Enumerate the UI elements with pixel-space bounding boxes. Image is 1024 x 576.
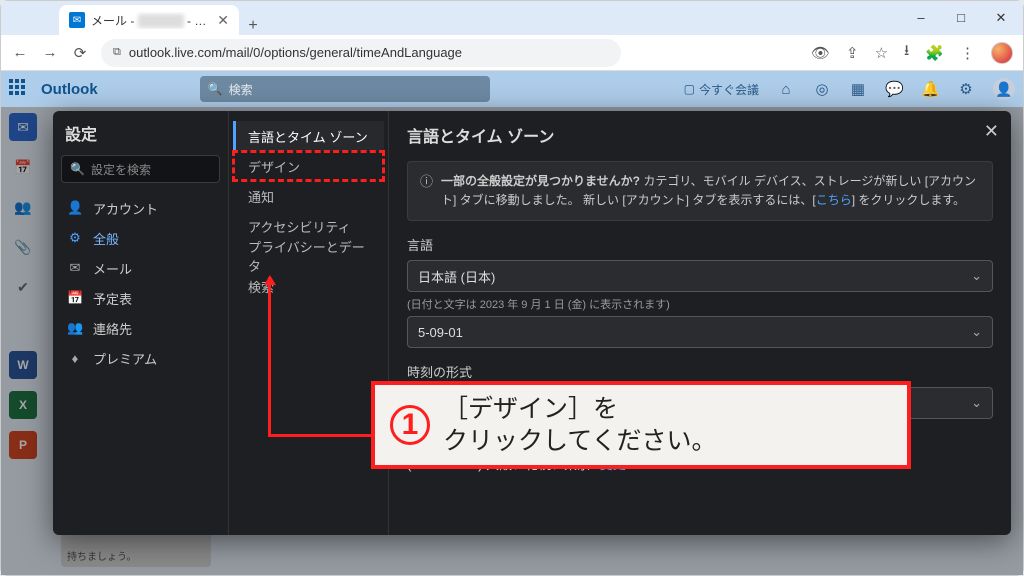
browser-window: ✉ メール - xxxxxxx - Outlook ✕ + – □ ✕ ← → … xyxy=(0,0,1024,576)
share-icon[interactable]: ⇪ xyxy=(846,44,859,62)
url-text: outlook.live.com/mail/0/options/general/… xyxy=(129,45,462,60)
chat-icon[interactable]: 💬 xyxy=(885,80,903,98)
outlook-header: Outlook 🔍 検索 ▢ 今すぐ会議 ⌂ ◎ ▦ 💬 🔔 ⚙ 👤 xyxy=(1,71,1023,107)
forward-icon[interactable]: → xyxy=(41,44,59,61)
annotation-number: 1 xyxy=(389,404,431,446)
subnav-language-timezone[interactable]: 言語とタイム ゾーン xyxy=(233,121,384,151)
chevron-down-icon: ⌄ xyxy=(971,324,982,340)
new-tab-button[interactable]: + xyxy=(239,17,267,35)
chevron-down-icon: ⌄ xyxy=(971,395,982,411)
subnav-design[interactable]: デザイン xyxy=(233,151,384,181)
app-launcher-icon[interactable] xyxy=(9,79,29,99)
bookmark-icon[interactable]: ☆ xyxy=(875,44,888,62)
notifications-icon[interactable]: 🔔 xyxy=(921,80,939,98)
date-format-dropdown[interactable]: 5-09-01⌄ xyxy=(407,316,993,348)
date-example-note: (日付と文字は 2023 年 9 月 1 日 (金) に表示されます) xyxy=(407,296,993,312)
annotation-callout: 1 ［デザイン］を クリックしてください。 xyxy=(371,381,911,469)
address-field[interactable]: ⧉ outlook.live.com/mail/0/options/genera… xyxy=(101,39,621,67)
profile-avatar[interactable] xyxy=(991,42,1013,64)
window-controls: – □ ✕ xyxy=(913,10,1023,26)
reload-icon[interactable]: ⟳ xyxy=(71,44,89,62)
info-icon: ⓘ xyxy=(420,172,433,210)
window-maximize-button[interactable]: □ xyxy=(953,10,969,26)
nav-premium[interactable]: ♦プレミアム xyxy=(61,343,220,373)
language-dropdown[interactable]: 日本語 (日本)⌄ xyxy=(407,260,993,292)
meet-now-button[interactable]: ▢ 今すぐ会議 xyxy=(684,81,759,98)
settings-gear-icon[interactable]: ⚙ xyxy=(957,80,975,98)
settings-subnav: 言語とタイム ゾーン デザイン 通知 アクセシビリティ プライバシーとデータ 検… xyxy=(229,111,389,535)
nav-account[interactable]: 👤アカウント xyxy=(61,193,220,223)
account-avatar[interactable]: 👤 xyxy=(993,78,1015,100)
outlook-brand: Outlook xyxy=(41,81,98,98)
menu-icon[interactable]: ⋮ xyxy=(960,44,975,62)
browser-tab[interactable]: ✉ メール - xxxxxxx - Outlook ✕ xyxy=(59,5,239,35)
diamond-icon: ♦ xyxy=(67,351,83,366)
tab-close-icon[interactable]: ✕ xyxy=(217,12,229,29)
nav-people[interactable]: 👥連絡先 xyxy=(61,313,220,343)
settings-nav: 設定 🔍 設定を検索 👤アカウント ⚙全般 ✉メール 📅予定表 👥連絡先 ♦プレ… xyxy=(53,111,229,535)
subnav-privacy[interactable]: プライバシーとデータ xyxy=(233,241,384,271)
site-info-icon[interactable]: ⧉ xyxy=(113,46,121,59)
tab-strip: ✉ メール - xxxxxxx - Outlook ✕ + – □ ✕ xyxy=(1,1,1023,35)
settings-search[interactable]: 🔍 設定を検索 xyxy=(61,155,220,183)
info-link[interactable]: こちら xyxy=(816,193,852,207)
outlook-search[interactable]: 🔍 検索 xyxy=(200,76,490,102)
info-banner: ⓘ 一部の全般設定が見つかりませんか? カテゴリ、モバイル デバイス、ストレージ… xyxy=(407,161,993,221)
app-content: ✉ 📅 👥 📎 ✔ W X P 持ちましょう。 設定 🔍 設定を検索 👤アカウン… xyxy=(1,107,1023,575)
news-icon[interactable]: ▦ xyxy=(849,80,867,98)
settings-title: 設定 xyxy=(61,121,220,145)
back-icon[interactable]: ← xyxy=(11,44,29,61)
time-format-label: 時刻の形式 xyxy=(407,362,993,381)
panel-title: 言語とタイム ゾーン xyxy=(407,123,993,147)
subnav-notifications[interactable]: 通知 xyxy=(233,181,384,211)
window-minimize-button[interactable]: – xyxy=(913,10,929,26)
settings-panel: ✕ 言語とタイム ゾーン ⓘ 一部の全般設定が見つかりませんか? カテゴリ、モバ… xyxy=(389,111,1011,535)
annotation-text: ［デザイン］を クリックしてください。 xyxy=(443,393,717,458)
skype-icon[interactable]: ◎ xyxy=(813,80,831,98)
settings-modal: 設定 🔍 設定を検索 👤アカウント ⚙全般 ✉メール 📅予定表 👥連絡先 ♦プレ… xyxy=(53,111,1011,535)
calendar-icon: 📅 xyxy=(67,290,83,306)
nav-mail[interactable]: ✉メール xyxy=(61,253,220,283)
subnav-search[interactable]: 検索 xyxy=(233,271,384,301)
url-bar: ← → ⟳ ⧉ outlook.live.com/mail/0/options/… xyxy=(1,35,1023,71)
nav-calendar[interactable]: 📅予定表 xyxy=(61,283,220,313)
search-icon: 🔍 xyxy=(208,82,223,96)
eye-icon[interactable]: 👁 xyxy=(811,44,830,62)
outlook-search-placeholder: 検索 xyxy=(229,81,253,98)
chevron-down-icon: ⌄ xyxy=(971,268,982,284)
person-icon: 👤 xyxy=(67,200,83,216)
search-icon: 🔍 xyxy=(70,162,85,176)
gear-icon: ⚙ xyxy=(67,230,83,246)
install-icon[interactable]: ⭳ xyxy=(904,40,909,65)
teams-icon[interactable]: ⌂ xyxy=(777,81,795,98)
close-icon[interactable]: ✕ xyxy=(984,121,999,142)
tab-title: メール - xxxxxxx - Outlook xyxy=(91,12,211,29)
extensions-icon[interactable]: 🧩 xyxy=(925,44,944,62)
annotation-arrow-horizontal xyxy=(268,434,372,437)
nav-general[interactable]: ⚙全般 xyxy=(61,223,220,253)
outlook-favicon-icon: ✉ xyxy=(69,12,85,28)
language-label: 言語 xyxy=(407,235,993,254)
people-icon: 👥 xyxy=(67,320,83,336)
mail-icon: ✉ xyxy=(67,260,83,276)
window-close-button[interactable]: ✕ xyxy=(993,10,1009,26)
annotation-arrow-vertical xyxy=(268,277,271,437)
camera-icon: ▢ xyxy=(684,82,695,96)
settings-search-placeholder: 設定を検索 xyxy=(91,161,151,178)
